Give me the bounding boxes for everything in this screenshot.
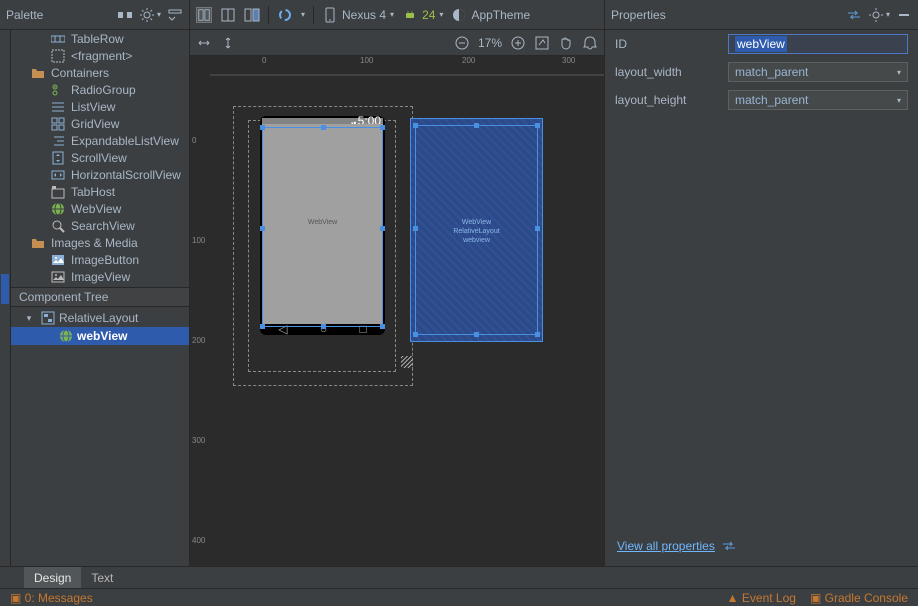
blueprint-mode-button[interactable]: [220, 7, 236, 23]
phone-icon: [322, 7, 338, 23]
palette-switch-icon[interactable]: [117, 7, 133, 23]
warnings-icon[interactable]: [582, 35, 598, 51]
palette-group[interactable]: Images & Media: [11, 234, 189, 251]
id-input[interactable]: webView: [728, 34, 908, 54]
pan-tool-icon[interactable]: [558, 35, 574, 51]
table-row-icon: [51, 32, 65, 46]
palette-item[interactable]: SearchView: [11, 217, 189, 234]
properties-header: Properties ▾: [605, 0, 918, 29]
theme-label: AppTheme: [471, 8, 530, 22]
folder-icon: [31, 66, 45, 80]
image-button-icon: [51, 253, 65, 267]
minimize-icon[interactable]: [896, 7, 912, 23]
zoom-in-icon[interactable]: [510, 35, 526, 51]
component-tree-header: Component Tree: [11, 287, 189, 307]
property-row-height: layout_height match_parent▾: [605, 86, 918, 114]
fragment-icon: [51, 49, 65, 63]
selection-outline[interactable]: [262, 127, 383, 327]
palette-item[interactable]: ImageButton: [11, 251, 189, 268]
api-selector[interactable]: 24 ▾: [402, 7, 443, 23]
palette-item[interactable]: RadioGroup: [11, 81, 189, 98]
gear-icon[interactable]: [868, 7, 884, 23]
relative-layout-icon: [41, 311, 55, 325]
tab-host-icon: [51, 185, 65, 199]
layout-width-combo[interactable]: match_parent▾: [728, 62, 908, 82]
ide-statusbar: ▣ 0: Messages ▲ Event Log ▣ Gradle Conso…: [0, 588, 918, 606]
palette-title: Palette: [6, 8, 43, 22]
tab-text[interactable]: Text: [81, 567, 123, 588]
layout-height-combo[interactable]: match_parent▾: [728, 90, 908, 110]
api-label: 24: [422, 8, 435, 22]
device-label: Nexus 4: [342, 8, 386, 22]
android-icon: [402, 7, 418, 23]
ruler-horizontal: 0 100 200 300: [210, 56, 604, 76]
palette-item[interactable]: ImageView: [11, 268, 189, 285]
blueprint-preview[interactable]: WebView RelativeLayout webview: [410, 118, 543, 342]
tree-item-relativelayout[interactable]: ▾ RelativeLayout: [11, 309, 189, 327]
gear-icon[interactable]: [139, 7, 155, 23]
orientation-button[interactable]: [277, 7, 293, 23]
component-tree: ▾ RelativeLayout webView: [11, 307, 189, 566]
folder-icon: [31, 236, 45, 250]
palette-group[interactable]: Containers: [11, 64, 189, 81]
event-log-button[interactable]: ▲ Event Log: [727, 591, 796, 605]
swap-icon[interactable]: [846, 7, 862, 23]
property-row-width: layout_width match_parent▾: [605, 58, 918, 86]
scroll-view-icon: [51, 151, 65, 165]
collapse-all-icon[interactable]: [167, 7, 183, 23]
palette-item[interactable]: ListView: [11, 98, 189, 115]
ruler-vertical: 0 100 200 300 400: [190, 76, 210, 566]
design-mode-button[interactable]: [196, 7, 212, 23]
radio-group-icon: [51, 83, 65, 97]
fit-icon[interactable]: [534, 35, 550, 51]
palette-item[interactable]: ExpandableListView: [11, 132, 189, 149]
pan-h-icon[interactable]: [196, 35, 212, 51]
palette-item[interactable]: HorizontalScrollView: [11, 166, 189, 183]
image-view-icon: [51, 270, 65, 284]
chevron-down-icon: ▾: [897, 68, 901, 77]
left-gutter: [0, 30, 11, 566]
palette-item[interactable]: ScrollView: [11, 149, 189, 166]
properties-title: Properties: [611, 8, 666, 22]
chevron-down-icon: ▾: [897, 96, 901, 105]
palette-header: Palette ▾: [0, 0, 190, 29]
palette-list: TableRow <fragment> Containers RadioGrou…: [11, 30, 189, 287]
device-selector[interactable]: Nexus 4 ▾: [322, 7, 394, 23]
gradle-console-button[interactable]: ▣ Gradle Console: [810, 591, 908, 605]
list-view-icon: [51, 100, 65, 114]
property-row-id: ID webView: [605, 30, 918, 58]
search-view-icon: [51, 219, 65, 233]
palette-item[interactable]: TableRow: [11, 30, 189, 47]
grid-view-icon: [51, 117, 65, 131]
tree-item-webview[interactable]: webView: [11, 327, 189, 345]
palette-item[interactable]: WebView: [11, 200, 189, 217]
view-all-properties-link[interactable]: View all properties: [605, 526, 918, 566]
theme-selector[interactable]: AppTheme: [451, 7, 530, 23]
both-mode-button[interactable]: [244, 7, 260, 23]
swap-icon: [721, 538, 737, 554]
messages-button[interactable]: ▣ 0: Messages: [10, 591, 93, 605]
zoom-out-icon[interactable]: [454, 35, 470, 51]
editor-tabs: Design Text: [0, 566, 918, 588]
web-view-icon: [51, 202, 65, 216]
palette-item[interactable]: TabHost: [11, 183, 189, 200]
web-view-icon: [59, 329, 73, 343]
palette-item[interactable]: GridView: [11, 115, 189, 132]
expandable-list-icon: [51, 134, 65, 148]
canvas-toolbar: ▾ Nexus 4 ▾ 24 ▾ AppTheme: [190, 0, 605, 29]
collapse-icon[interactable]: ▾: [23, 312, 35, 324]
design-surface[interactable]: 0 100 200 300 0 100 200 300 400 ▾▮: [190, 56, 604, 566]
zoom-label: 17%: [478, 36, 502, 50]
palette-item[interactable]: <fragment>: [11, 47, 189, 64]
properties-panel: ID webView layout_width match_parent▾ la…: [605, 30, 918, 566]
resize-grip-icon[interactable]: [401, 356, 413, 368]
tab-design[interactable]: Design: [24, 567, 81, 588]
h-scroll-view-icon: [51, 168, 65, 182]
theme-icon: [451, 7, 467, 23]
canvas-inner-toolbar: 17%: [190, 30, 604, 56]
pan-v-icon[interactable]: [220, 35, 236, 51]
